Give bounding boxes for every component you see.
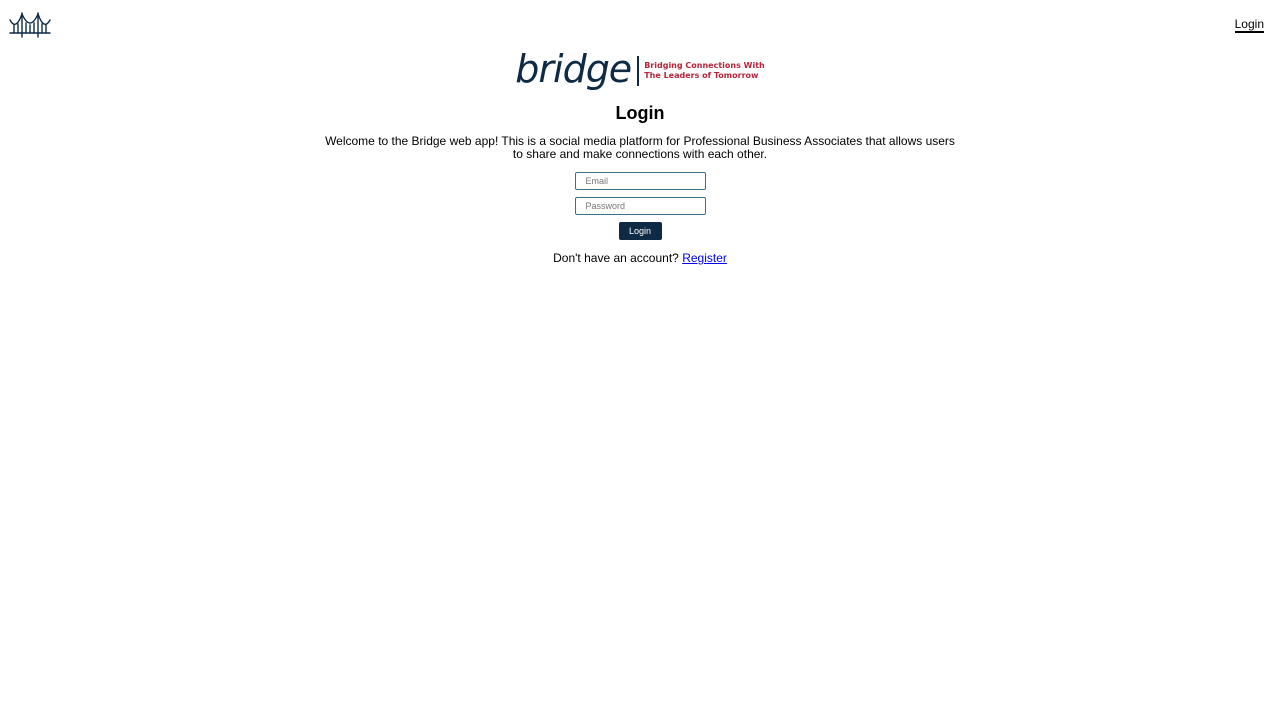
logo-tagline: Bridging Connections With The Leaders of… — [644, 61, 765, 81]
logo-tagline-line2: The Leaders of Tomorrow — [644, 71, 759, 80]
password-input[interactable] — [574, 197, 706, 215]
login-button[interactable]: Login — [618, 222, 662, 240]
bridge-logo: bridge Bridging Connections With The Lea… — [515, 48, 764, 90]
register-prompt: Don't have an account? Register — [553, 251, 727, 265]
logo-tagline-line1: Bridging Connections With — [644, 61, 765, 70]
logo-wordmark: bridge — [515, 47, 632, 91]
logo-divider — [637, 56, 640, 86]
welcome-text: Welcome to the Bridge web app! This is a… — [325, 134, 955, 161]
page-title: Login — [615, 103, 665, 123]
email-input[interactable] — [574, 172, 706, 190]
bridge-icon[interactable] — [9, 10, 51, 38]
nav-login-link[interactable]: Login — [1234, 17, 1264, 33]
register-link[interactable]: Register — [682, 251, 727, 265]
login-form: Login — [574, 172, 706, 240]
login-page: bridge Bridging Connections With The Lea… — [0, 48, 1280, 265]
register-prompt-text: Don't have an account? — [553, 251, 679, 265]
top-navigation: Login — [0, 0, 1280, 44]
